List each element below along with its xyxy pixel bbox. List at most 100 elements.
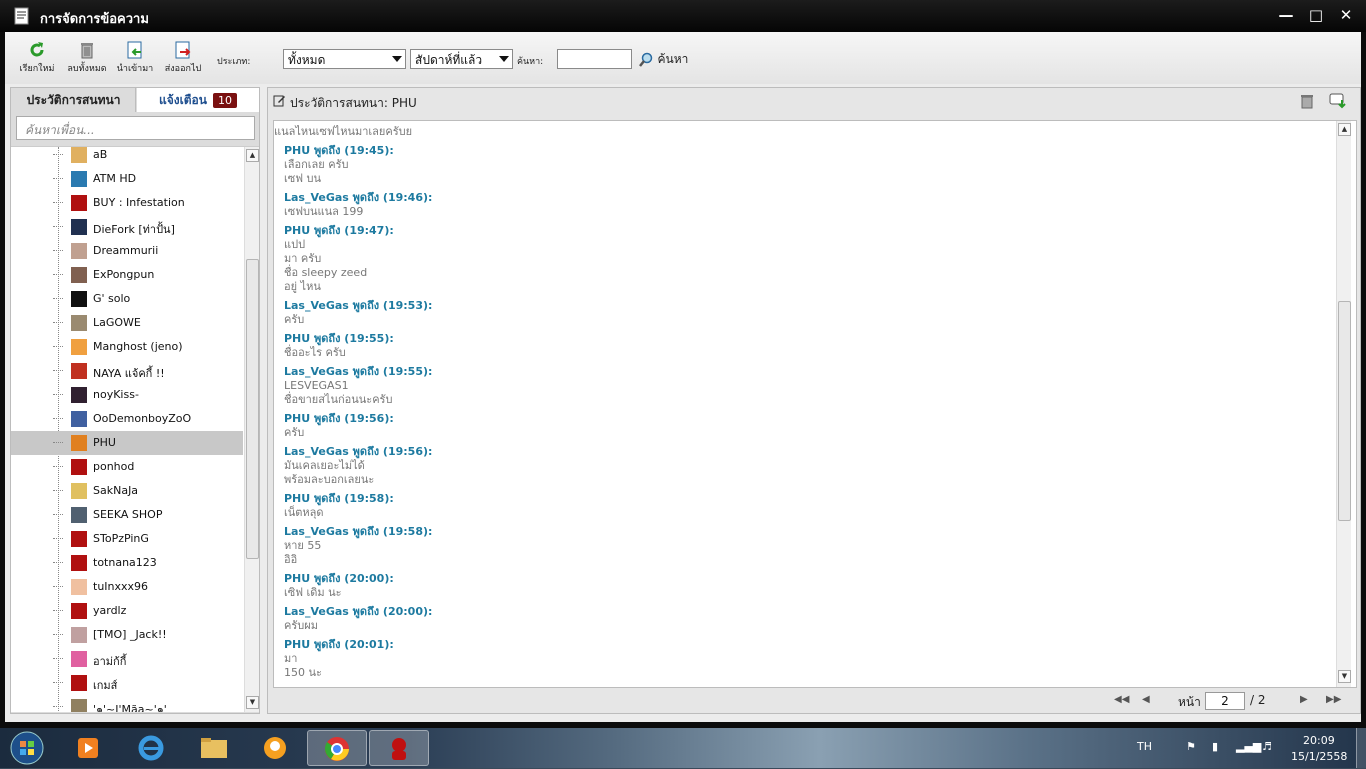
period-select-value: สัปดาห์ที่แล้ว — [415, 53, 483, 67]
tree-connector — [53, 586, 63, 587]
tree-connector — [53, 466, 63, 467]
chat-message: Las_VeGas พูดถึง (19:46): เซฟบนแนล 199 — [284, 191, 432, 219]
trash-icon[interactable] — [1298, 92, 1316, 110]
period-select[interactable]: สัปดาห์ที่แล้ว — [410, 49, 513, 69]
folder-icon — [201, 738, 227, 758]
chat-message: แนลไหนเซฟไหนมาเลยครับย — [274, 125, 412, 139]
flag-icon[interactable]: ⚑ — [1186, 740, 1196, 753]
message-text: ครับผม — [284, 619, 318, 632]
taskbar-messenger[interactable] — [245, 730, 305, 766]
import-button[interactable]: นำเข้ามา — [109, 38, 161, 80]
tree-connector — [53, 538, 63, 539]
message-text: มา — [284, 652, 298, 665]
tree-connector — [53, 682, 63, 683]
clock-time[interactable]: 20:09 — [1303, 734, 1335, 747]
message-text: ครับ — [284, 313, 305, 326]
friend-item[interactable]: DieFork [ท่าปั้น] — [11, 215, 243, 239]
scroll-down-arrow[interactable]: ▼ — [1338, 670, 1351, 683]
maximize-button[interactable]: □ — [1302, 2, 1330, 28]
friend-item[interactable]: LaGOWE — [11, 311, 243, 335]
scroll-thumb[interactable] — [246, 259, 259, 559]
scroll-up-arrow[interactable]: ▲ — [246, 149, 259, 162]
start-button[interactable] — [8, 730, 46, 766]
friend-item[interactable]: yardlz — [11, 599, 243, 623]
save-chat-icon[interactable] — [1328, 92, 1348, 110]
show-desktop-button[interactable] — [1356, 728, 1366, 768]
type-select-value: ทั้งหมด — [288, 53, 326, 67]
friend-item[interactable]: เกมส์ — [11, 671, 243, 695]
friend-item[interactable]: OoDemonboyZoO — [11, 407, 243, 431]
title-bar[interactable]: การจัดการข้อความ — □ ✕ — [0, 0, 1366, 32]
prev-page-icon[interactable]: ◀ — [1142, 694, 1150, 705]
tree-connector — [53, 298, 63, 299]
friend-item[interactable]: Dreammurii — [11, 239, 243, 263]
avatar — [71, 147, 87, 163]
friend-item[interactable]: noyKiss- — [11, 383, 243, 407]
export-button[interactable]: ส่งออกไป — [157, 38, 209, 80]
scroll-thumb[interactable] — [1338, 301, 1351, 521]
friend-search-input[interactable]: ค้นหาเพื่อน... — [16, 116, 255, 140]
refresh-button[interactable]: เรียกใหม่ — [11, 38, 63, 80]
taskbar-media-player[interactable] — [58, 730, 118, 766]
avatar — [71, 291, 87, 307]
tab-notify[interactable]: แจ้งเตือน 10 — [137, 88, 259, 112]
power-icon[interactable]: ▮ — [1212, 740, 1218, 753]
friend-item[interactable]: SakNaJa — [11, 479, 243, 503]
chat-message: PHU พูดถึง (20:01): มา 150 นะ — [284, 638, 394, 680]
delete-all-button[interactable]: ลบทั้งหมด — [61, 38, 113, 80]
minimize-button[interactable]: — — [1272, 2, 1300, 28]
network-icon[interactable]: ▂▄▆ — [1236, 740, 1261, 753]
message-text: ชื่อ sleepy zeed — [284, 266, 368, 279]
friend-name: ponhod — [93, 460, 135, 473]
next-page-icon[interactable]: ▶ — [1300, 694, 1308, 705]
avatar — [71, 339, 87, 355]
scroll-down-arrow[interactable]: ▼ — [246, 696, 259, 709]
friend-item[interactable]: ATM HD — [11, 167, 243, 191]
page-number-input[interactable]: 2 — [1205, 692, 1245, 710]
friend-item[interactable]: tuInxxx96 — [11, 575, 243, 599]
friend-item[interactable]: BUY : Infestation — [11, 191, 243, 215]
delete-all-label: ลบทั้งหมด — [67, 64, 107, 74]
friend-name: SEEKA SHOP — [93, 508, 163, 521]
friend-item[interactable]: ponhod — [11, 455, 243, 479]
friend-item[interactable]: PHU — [11, 431, 243, 455]
first-page-icon[interactable]: ◀◀ — [1114, 694, 1129, 705]
friend-item[interactable]: SToPzPinG — [11, 527, 243, 551]
message-speaker: Las_VeGas พูดถึง (19:58): — [284, 525, 433, 538]
taskbar-ie[interactable] — [121, 730, 181, 766]
toolbar: เรียกใหม่ ลบทั้งหมด นำเข้ามา ส่งออกไป ปร… — [5, 32, 1361, 84]
message-text: อิอิ — [284, 553, 298, 566]
friend-item[interactable]: totnana123 — [11, 551, 243, 575]
clock-date[interactable]: 15/1/2558 — [1291, 750, 1347, 763]
refresh-label: เรียกใหม่ — [19, 64, 55, 74]
type-select[interactable]: ทั้งหมด — [283, 49, 406, 69]
friend-item[interactable]: อาม่ก้กี้ — [11, 647, 243, 671]
taskbar-explorer[interactable] — [184, 730, 244, 766]
message-scrollbar[interactable]: ▲ ▼ — [1336, 121, 1351, 687]
friend-item[interactable]: aB — [11, 147, 243, 167]
message-speaker: PHU พูดถึง (20:01): — [284, 638, 394, 651]
import-label: นำเข้ามา — [116, 64, 154, 74]
search-button[interactable]: ค้นหา — [638, 50, 688, 68]
friend-name: OoDemonboyZoO — [93, 412, 192, 425]
friend-item[interactable]: '๑'~I'Mãa~'๑' — [11, 695, 243, 712]
tree-connector — [53, 202, 63, 203]
close-button[interactable]: ✕ — [1332, 2, 1360, 28]
taskbar-chrome[interactable] — [307, 730, 367, 766]
search-input[interactable] — [557, 49, 632, 69]
friend-list-scrollbar[interactable]: ▲ ▼ — [244, 147, 259, 712]
friend-item[interactable]: [TMO] _Jack!! — [11, 623, 243, 647]
friend-item[interactable]: NAYA แจ้คกี้ !! — [11, 359, 243, 383]
language-indicator[interactable]: TH — [1137, 740, 1152, 753]
friend-item[interactable]: G' solo — [11, 287, 243, 311]
tab-history[interactable]: ประวัติการสนทนา — [12, 88, 136, 112]
last-page-icon[interactable]: ▶▶ — [1326, 694, 1341, 705]
taskbar-game-client[interactable] — [369, 730, 429, 766]
volume-icon[interactable]: ♬ — [1262, 740, 1272, 753]
avatar — [71, 675, 87, 691]
friend-item[interactable]: Manghost (jeno) — [11, 335, 243, 359]
friend-item[interactable]: SEEKA SHOP — [11, 503, 243, 527]
scroll-up-arrow[interactable]: ▲ — [1338, 123, 1351, 136]
avatar — [71, 603, 87, 619]
friend-item[interactable]: ExPongpun — [11, 263, 243, 287]
